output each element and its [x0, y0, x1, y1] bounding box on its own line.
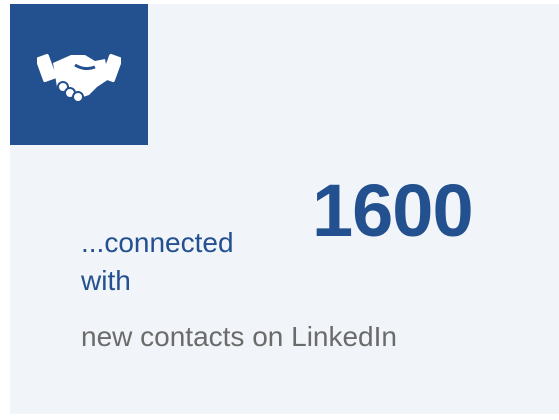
stat-lead-text: ...connected: [81, 227, 234, 258]
stat-card: 1600 ...connected with new contacts on L…: [10, 4, 559, 414]
stat-number: 1600: [312, 169, 474, 252]
handshake-icon: [37, 53, 121, 103]
stat-lead-text-2: with: [81, 265, 131, 296]
stat-description: new contacts on LinkedIn: [81, 321, 397, 352]
icon-tile: [10, 4, 148, 145]
